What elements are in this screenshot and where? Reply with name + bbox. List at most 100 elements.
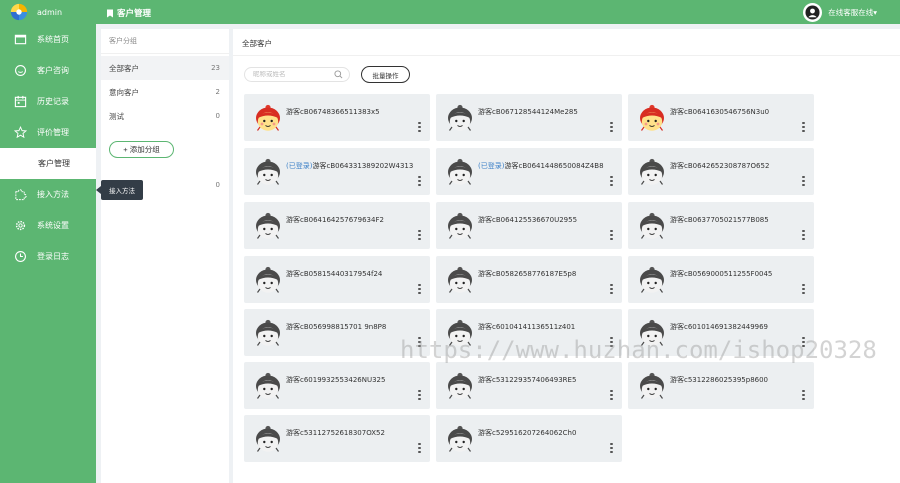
- customer-card[interactable]: 游客cB0642652308787O652: [628, 148, 814, 195]
- more-options-icon[interactable]: [610, 284, 613, 294]
- add-group-button[interactable]: + 添加分组: [109, 141, 174, 158]
- group-item-intent[interactable]: 意向客户 2: [101, 80, 229, 104]
- sidebar-item-customers[interactable]: 客户管理: [0, 148, 96, 179]
- sidebar-item-consult[interactable]: 客户咨询: [0, 55, 96, 86]
- page-title: 客户管理: [106, 7, 151, 19]
- customer-name-text: 游客cB05815440317954f24: [286, 270, 383, 278]
- sidebar-item-settings[interactable]: 系统设置: [0, 210, 96, 241]
- customer-name: 游客cB06748366511383x5: [286, 107, 380, 117]
- sidebar-item-label: 客户咨询: [37, 66, 69, 75]
- sidebar-item-label: 系统首页: [37, 35, 69, 44]
- more-options-icon[interactable]: [610, 122, 613, 132]
- search-icon[interactable]: [334, 70, 343, 79]
- more-options-icon[interactable]: [802, 337, 805, 347]
- customer-name: (已登录)游客cB0641448650084Z4B8: [478, 161, 604, 171]
- search-box: [244, 67, 350, 82]
- more-options-icon[interactable]: [418, 230, 421, 240]
- customer-name-text: 游客cB067128544124Me285: [478, 108, 578, 116]
- customer-name-text: 游客cB0637705021577B085: [670, 216, 769, 224]
- avatar: [803, 3, 823, 22]
- divider: [233, 55, 900, 56]
- more-options-icon[interactable]: [418, 443, 421, 453]
- customer-card[interactable]: 游客cB0641630546756N3u0: [628, 94, 814, 141]
- customer-card[interactable]: 游客cB067128544124Me285: [436, 94, 622, 141]
- customer-avatar-icon: [637, 265, 667, 295]
- customer-card[interactable]: (已登录)游客cB064331389202W4313: [244, 148, 430, 195]
- user-status-label: 在线客服在线▾: [828, 8, 877, 17]
- group-item-test[interactable]: 测试 0: [101, 104, 229, 128]
- more-options-icon[interactable]: [610, 443, 613, 453]
- batch-action-button[interactable]: 批量操作: [361, 66, 410, 83]
- customer-avatar-icon: [253, 211, 283, 241]
- sidebar-item-login-log[interactable]: 登录日志: [0, 241, 96, 272]
- user-menu[interactable]: 在线客服在线▾: [803, 3, 877, 22]
- group-label: 意向客户: [109, 87, 139, 97]
- app-logo-icon: [10, 3, 28, 21]
- more-options-icon[interactable]: [802, 176, 805, 186]
- more-options-icon[interactable]: [610, 230, 613, 240]
- customer-name: 游客cB0582658776187E5p8: [478, 269, 576, 279]
- customer-avatar-icon: [445, 265, 475, 295]
- customer-avatar-icon: [253, 318, 283, 348]
- search-input[interactable]: [253, 71, 333, 78]
- customer-avatar-icon: [637, 211, 667, 241]
- more-options-icon[interactable]: [418, 176, 421, 186]
- customer-card[interactable]: 游客cB064125536670U2955: [436, 202, 622, 249]
- more-options-icon[interactable]: [418, 284, 421, 294]
- sidebar-item-history[interactable]: 历史记录: [0, 86, 96, 117]
- customer-name-text: 游客c531229357406493RE5: [478, 376, 577, 384]
- more-options-icon[interactable]: [418, 337, 421, 347]
- customer-name-text: 游客cB0642652308787O652: [670, 162, 770, 170]
- sidebar: admin 系统首页 客户咨询 历史记录 评价管理 客户管理 接入方法 系统设置…: [0, 0, 96, 483]
- sidebar-item-reviews[interactable]: 评价管理: [0, 117, 96, 148]
- sidebar-item-label: 历史记录: [37, 97, 69, 106]
- customer-name-text: 游客cB0569000511255F0045: [670, 270, 773, 278]
- more-options-icon[interactable]: [418, 390, 421, 400]
- customer-card[interactable]: 游客c53112752618307OX52: [244, 415, 430, 462]
- customer-avatar-icon: [253, 103, 283, 133]
- sidebar-item-access[interactable]: 接入方法: [0, 179, 96, 210]
- customer-card[interactable]: (已登录)游客cB0641448650084Z4B8: [436, 148, 622, 195]
- customer-card[interactable]: 游客cB06748366511383x5: [244, 94, 430, 141]
- customer-card[interactable]: 游客cB064164257679634F2: [244, 202, 430, 249]
- more-options-icon[interactable]: [610, 176, 613, 186]
- customer-card[interactable]: 游客cB05815440317954f24: [244, 256, 430, 303]
- customer-name-text: 游客c60104141136511z401: [478, 323, 576, 331]
- chat-circle-icon: [15, 65, 26, 76]
- customer-card[interactable]: 游客c60104141136511z401: [436, 309, 622, 356]
- sidebar-item-label: 评价管理: [37, 128, 69, 137]
- more-options-icon[interactable]: [418, 122, 421, 132]
- sidebar-item-home[interactable]: 系统首页: [0, 24, 96, 55]
- customer-name-text: 游客cB064125536670U2955: [478, 216, 578, 224]
- breadcrumb: 全部客户: [242, 39, 272, 48]
- customer-card[interactable]: 游客c529516207264062Ch0: [436, 415, 622, 462]
- customer-name-text: 游客cB064164257679634F2: [286, 216, 384, 224]
- customer-card[interactable]: 游客cB0582658776187E5p8: [436, 256, 622, 303]
- more-options-icon[interactable]: [802, 122, 805, 132]
- more-options-icon[interactable]: [802, 230, 805, 240]
- customer-card[interactable]: 游客cB0569000511255F0045: [628, 256, 814, 303]
- sidebar-item-label: 系统设置: [37, 221, 69, 230]
- customer-card[interactable]: 游客c5312286025395p8600: [628, 362, 814, 409]
- clock-icon: [15, 251, 26, 262]
- customer-card[interactable]: 游客cB056998815701 9n8P8: [244, 309, 430, 356]
- more-options-icon[interactable]: [802, 284, 805, 294]
- customer-name: 游客c6019932553426NU325: [286, 375, 385, 385]
- customer-card[interactable]: 游客c6019932553426NU325: [244, 362, 430, 409]
- group-item-all[interactable]: 全部客户 23: [101, 56, 229, 80]
- window-icon: [14, 34, 27, 45]
- customer-name: 游客c531229357406493RE5: [478, 375, 576, 385]
- customer-name: 游客cB056998815701 9n8P8: [286, 322, 386, 332]
- more-options-icon[interactable]: [802, 390, 805, 400]
- sidebar-item-label: 登录日志: [37, 252, 69, 261]
- bookmark-icon: [107, 9, 113, 17]
- customer-card[interactable]: 游客cB0637705021577B085: [628, 202, 814, 249]
- more-options-icon[interactable]: [610, 390, 613, 400]
- customer-card[interactable]: 游客c601014691382449969: [628, 309, 814, 356]
- puzzle-icon: [15, 189, 27, 201]
- more-options-icon[interactable]: [610, 337, 613, 347]
- customer-card[interactable]: 游客c531229357406493RE5: [436, 362, 622, 409]
- gear-icon: [15, 220, 26, 231]
- customer-name: 游客c5312286025395p8600: [670, 375, 768, 385]
- customer-avatar-icon: [637, 103, 667, 133]
